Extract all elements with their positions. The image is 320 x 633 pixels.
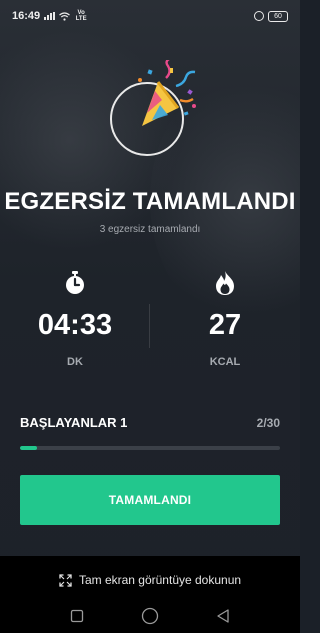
status-left: 16:49 Vo LTE	[12, 10, 88, 22]
status-time: 16:49	[12, 10, 41, 22]
program-day-count: 2/30	[256, 415, 280, 430]
back-triangle-icon[interactable]	[213, 606, 233, 626]
calories-stat: 27 KCAL	[150, 270, 300, 368]
flame-icon	[150, 270, 300, 296]
done-button[interactable]: TAMAMLANDI	[20, 475, 280, 525]
stopwatch-icon	[0, 270, 150, 296]
duration-stat: 04:33 DK	[0, 270, 150, 368]
program-name: BAŞLAYANLAR 1	[20, 415, 128, 430]
program-progress-bar	[20, 446, 280, 450]
recents-square-icon[interactable]	[67, 606, 87, 626]
alarm-icon	[254, 11, 264, 21]
fullscreen-hint-text: Tam ekran görüntüye dokunun	[78, 573, 242, 587]
signal-icon	[44, 12, 56, 20]
program-progress-fill	[20, 446, 38, 450]
workout-complete-screen: 16:49 Vo LTE 60 EGZERSİZ TAMAMLANDI 3 eg…	[0, 0, 300, 633]
duration-unit: DK	[67, 356, 83, 368]
fullscreen-hint[interactable]: Tam ekran görüntüye dokunun	[0, 573, 300, 587]
completion-title: EGZERSİZ TAMAMLANDI	[4, 188, 296, 215]
battery-indicator: 60	[268, 10, 288, 22]
duration-value: 04:33	[37, 309, 113, 341]
volte-badge: Vo LTE	[75, 10, 87, 22]
expand-icon	[59, 573, 72, 587]
party-popper-icon	[138, 60, 196, 126]
system-nav-bar	[0, 598, 300, 633]
status-bar: 16:49 Vo LTE 60	[0, 0, 300, 32]
workout-stats: 04:33 DK 27 KCAL	[0, 270, 300, 380]
calories-unit: KCAL	[209, 356, 241, 368]
status-right: 60	[254, 10, 288, 22]
wifi-icon	[59, 11, 71, 21]
home-circle-icon[interactable]	[140, 606, 160, 626]
program-progress-header: BAŞLAYANLAR 1 2/30	[20, 415, 280, 430]
calories-value: 27	[208, 309, 242, 341]
completion-subtitle: 3 egzersiz tamamlandı	[99, 224, 201, 235]
